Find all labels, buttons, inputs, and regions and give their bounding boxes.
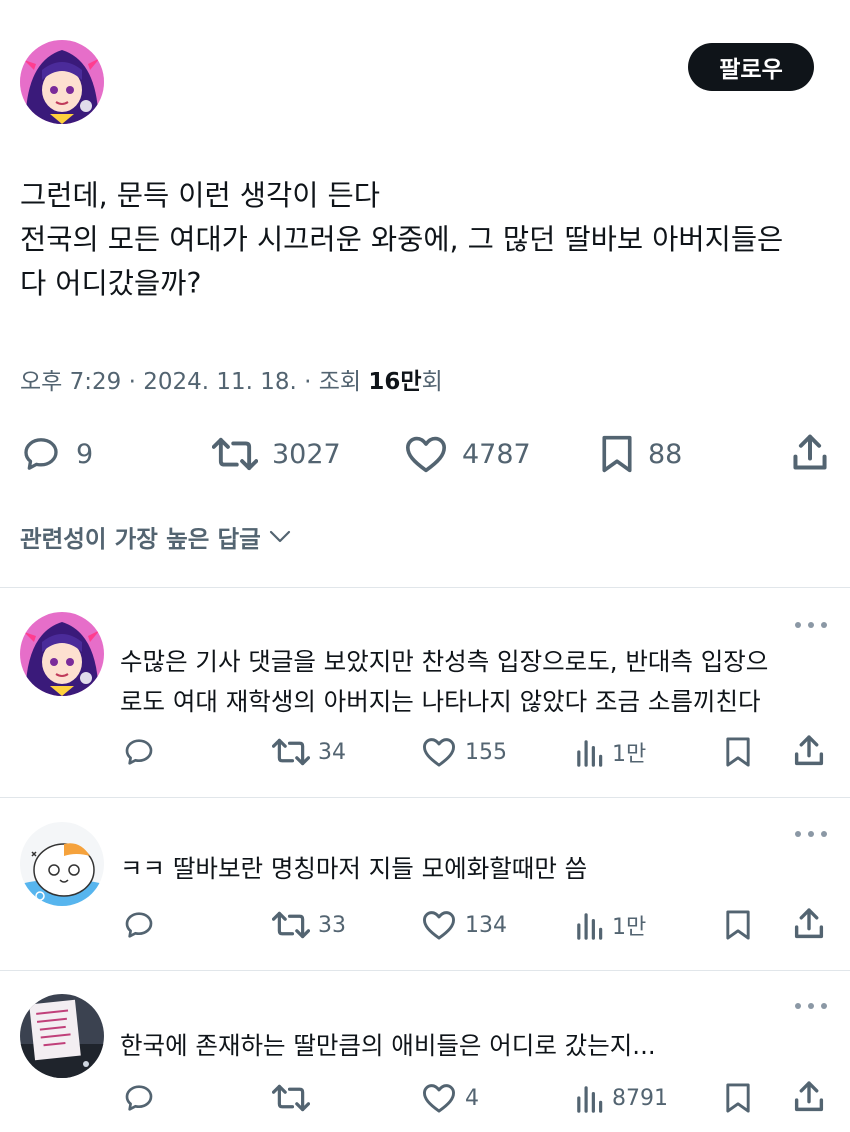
- bar-chart-icon: [577, 913, 603, 940]
- repost-count: 33: [318, 912, 346, 938]
- heart-icon: [423, 738, 455, 767]
- heart-icon: [423, 911, 455, 940]
- share-upload-icon: [793, 434, 827, 470]
- post-text: 그런데, 문득 이런 생각이 든다 전국의 모든 여대가 시끄러운 와중에, 그…: [20, 174, 835, 306]
- reply-avatar[interactable]: [20, 822, 104, 906]
- reply-text-line: ㅋㅋ 딸바보란 명칭마저 지들 모에화할때만 씀: [120, 854, 588, 883]
- reply-text: 수많은 기사 댓글을 보았지만 찬성측 입장으로도, 반대측 입장으 로도 여대…: [120, 642, 830, 722]
- repost-button[interactable]: 34: [272, 736, 346, 768]
- view-count: 8791: [612, 1085, 668, 1111]
- chevron-down-icon: [269, 530, 290, 543]
- bar-chart-icon: [577, 740, 603, 767]
- view-count: 16만: [368, 369, 422, 395]
- bookmark-icon: [602, 435, 632, 473]
- share-upload-icon: [794, 1081, 824, 1112]
- heart-icon: [423, 1084, 455, 1113]
- post-meta: 오후 7:29 · 2024. 11. 18. · 조회 16만회: [20, 362, 443, 396]
- repost-arrows-icon: [272, 1084, 310, 1112]
- bookmark-button[interactable]: [724, 909, 752, 941]
- reply-count: 9: [76, 438, 94, 470]
- more-dots-icon[interactable]: [795, 830, 827, 838]
- repost-arrows-icon: [272, 738, 310, 766]
- divider: [0, 587, 850, 588]
- bookmark-button[interactable]: [724, 1082, 752, 1114]
- share-button[interactable]: [792, 1080, 826, 1114]
- reply-button[interactable]: [122, 736, 156, 768]
- share-button[interactable]: [792, 907, 826, 941]
- reply-text-line: 한국에 존재하는 딸만큼의 애비들은 어디로 갔는지...: [120, 1031, 656, 1060]
- reply-sort-dropdown[interactable]: 관련성이 가장 높은 답글: [20, 520, 291, 554]
- reply-button[interactable]: 9: [20, 434, 93, 474]
- view-count: 1만: [612, 742, 647, 767]
- reply-action-bar: 4 8791: [0, 1078, 850, 1118]
- post-action-bar: 9 3027 4787 88: [0, 430, 850, 478]
- view-count: 1만: [612, 915, 647, 940]
- post-text-line: 전국의 모든 여대가 시끄러운 와중에, 그 많던 딸바보 아버지들은: [20, 223, 784, 256]
- post-text-line: 그런데, 문득 이런 생각이 든다: [20, 179, 380, 212]
- like-count: 155: [465, 739, 507, 765]
- views-button[interactable]: 1만: [574, 736, 646, 768]
- repost-button[interactable]: 33: [272, 909, 346, 941]
- repost-button[interactable]: 3027: [212, 434, 341, 474]
- views-button[interactable]: 1만: [574, 909, 646, 941]
- bookmark-button[interactable]: [724, 736, 752, 768]
- repost-count: 3027: [272, 438, 341, 470]
- like-count: 134: [465, 912, 507, 938]
- speech-bubble-icon: [125, 1085, 153, 1111]
- protest-sign-avatar-image: [20, 994, 104, 1078]
- repost-arrows-icon: [272, 911, 310, 939]
- repost-arrows-icon: [212, 437, 258, 471]
- more-dots-icon[interactable]: [795, 621, 827, 629]
- reply-button[interactable]: [122, 909, 156, 941]
- bookmark-icon: [726, 1083, 750, 1113]
- reply-text: ㅋㅋ 딸바보란 명칭마저 지들 모에화할때만 씀: [120, 849, 830, 889]
- repost-button[interactable]: [272, 1082, 318, 1114]
- speech-bubble-icon: [125, 912, 153, 938]
- views-button[interactable]: 8791: [574, 1082, 668, 1114]
- author-avatar[interactable]: [20, 40, 104, 124]
- divider: [0, 797, 850, 798]
- follow-button[interactable]: 팔로우: [688, 43, 814, 91]
- like-button[interactable]: 4: [421, 1082, 479, 1114]
- reply-avatar[interactable]: [20, 994, 104, 1078]
- like-button[interactable]: 134: [421, 909, 507, 941]
- like-button[interactable]: 155: [421, 736, 507, 768]
- reply-action-bar: 33 134 1만: [0, 905, 850, 945]
- reply-avatar[interactable]: [20, 612, 104, 696]
- bookmark-button[interactable]: 88: [600, 434, 682, 474]
- repost-count: 34: [318, 739, 346, 765]
- share-upload-icon: [794, 735, 824, 766]
- share-button[interactable]: [792, 734, 826, 768]
- anime-avatar-image: [20, 40, 104, 124]
- share-upload-icon: [794, 908, 824, 939]
- hamster-avatar-image: [20, 822, 104, 906]
- reply-text: 한국에 존재하는 딸만큼의 애비들은 어디로 갔는지...: [120, 1026, 830, 1066]
- reply-button[interactable]: [122, 1082, 156, 1114]
- bookmark-count: 88: [648, 438, 683, 470]
- more-dots-icon[interactable]: [795, 1002, 827, 1010]
- share-button[interactable]: [790, 432, 830, 474]
- view-count-suffix: 회: [421, 369, 443, 395]
- reply-action-bar: 34 155 1만: [0, 732, 850, 772]
- speech-bubble-icon: [125, 739, 153, 765]
- post-timestamp[interactable]: 오후 7:29 · 2024. 11. 18. · 조회: [20, 369, 368, 395]
- like-count: 4787: [462, 438, 531, 470]
- anime-avatar-image: [20, 612, 104, 696]
- like-count: 4: [465, 1085, 479, 1111]
- speech-bubble-icon: [24, 438, 58, 470]
- heart-icon: [406, 436, 446, 473]
- post-text-line: 다 어디갔을까?: [20, 267, 202, 300]
- reply-text-line: 수많은 기사 댓글을 보았지만 찬성측 입장으로도, 반대측 입장으: [120, 647, 769, 676]
- divider: [0, 970, 850, 971]
- reply-text-line: 로도 여대 재학생의 아버지는 나타나지 않았다 조금 소름끼친다: [120, 687, 761, 716]
- sort-label: 관련성이 가장 높은 답글: [20, 525, 261, 553]
- bookmark-icon: [726, 910, 750, 940]
- bookmark-icon: [726, 737, 750, 767]
- bar-chart-icon: [577, 1086, 603, 1113]
- like-button[interactable]: 4787: [404, 434, 531, 474]
